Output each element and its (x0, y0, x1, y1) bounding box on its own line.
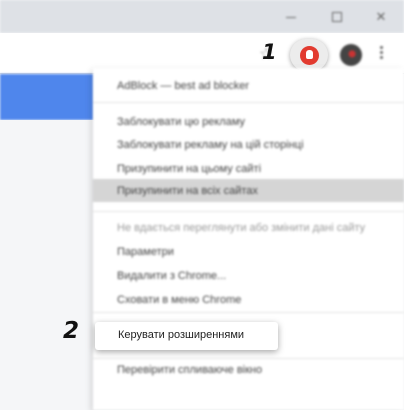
menu-divider (93, 358, 404, 359)
window-title-bar: ✕ (0, 0, 404, 33)
menu-divider (93, 211, 404, 212)
minimize-icon[interactable] (282, 8, 300, 26)
menu-item-manage-extensions[interactable]: Керувати розширеннями (95, 322, 278, 350)
menu-divider (93, 312, 404, 313)
menu-item-pause-all[interactable]: Призупинити на всіх сайтах (117, 185, 258, 197)
menu-item-block-ads-page[interactable]: Заблокувати рекламу на цій сторінці (117, 139, 304, 151)
menu-header: AdBlock — best ad blocker (117, 80, 250, 92)
menu-item-hide[interactable]: Сховати в меню Chrome (117, 294, 241, 306)
adblock-icon (300, 46, 319, 65)
page-content (0, 120, 94, 410)
menu-item-inspect-popup[interactable]: Перевірити спливаюче вікно (117, 364, 262, 376)
adblock-extension-button[interactable] (290, 39, 328, 71)
menu-item-block-ad[interactable]: Заблокувати цю рекламу (117, 116, 245, 128)
menu-item-options[interactable]: Параметри (117, 246, 174, 258)
menu-item-remove[interactable]: Видалити з Chrome... (117, 270, 226, 282)
more-vert-icon[interactable] (380, 46, 384, 62)
menu-divider (93, 102, 404, 103)
step-badge-2: 2 (63, 318, 80, 344)
adblock-context-menu: AdBlock — best ad blocker Заблокувати цю… (93, 68, 404, 410)
manage-extensions-label: Керувати розширеннями (118, 329, 245, 341)
menu-item-pause-site[interactable]: Призупинити на цьому сайті (117, 163, 261, 175)
close-icon[interactable]: ✕ (372, 8, 390, 26)
restore-icon[interactable] (328, 8, 346, 26)
profile-avatar[interactable] (340, 44, 362, 66)
menu-item-site-access: Не вдається переглянути або змінити дані… (117, 222, 366, 234)
step-badge-1: 1 (262, 40, 277, 64)
page-banner (0, 74, 94, 120)
